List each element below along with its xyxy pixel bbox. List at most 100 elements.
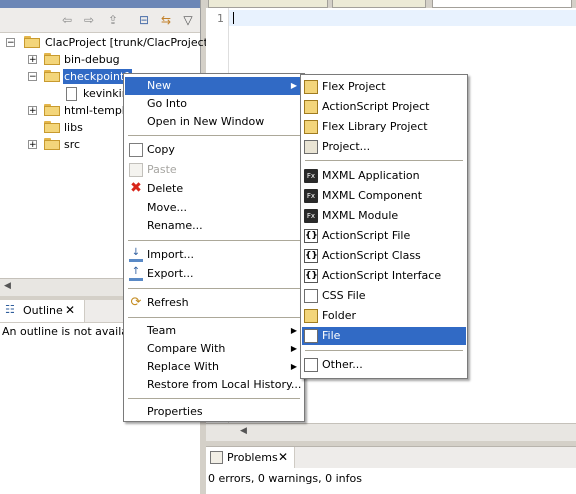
menu-label: New (147, 79, 171, 92)
menu-item-rename[interactable]: Rename... (125, 217, 303, 235)
project-icon (24, 36, 40, 48)
actionscript-file-icon: {} (304, 229, 318, 243)
submenu-item-actionscript-interface[interactable]: {} ActionScript Interface (302, 267, 466, 285)
problems-body: 0 errors, 0 warnings, 0 infos (206, 468, 576, 494)
outline-icon: ☷ (5, 303, 15, 316)
problems-icon (210, 451, 223, 464)
editor-tab-bar (206, 0, 576, 8)
menu-item-restore-history[interactable]: Restore from Local History... (125, 376, 303, 394)
menu-item-new[interactable]: New ▶ (125, 77, 303, 95)
refresh-icon: ⟳ (130, 295, 142, 310)
menu-label: Go Into (147, 97, 188, 110)
file-icon (304, 329, 318, 343)
menu-separator (128, 135, 300, 136)
mxml-module-icon: Fx (304, 209, 318, 223)
copy-icon (129, 143, 143, 157)
menu-item-compare-with[interactable]: Compare With ▶ (125, 340, 303, 358)
menu-item-copy[interactable]: Copy (125, 141, 303, 159)
menu-item-import[interactable]: ↓ Import... (125, 246, 303, 264)
editor-horizontal-scrollbar[interactable]: ◀ (206, 423, 576, 441)
submenu-item-project[interactable]: Project... (302, 138, 466, 156)
menu-label: Paste (147, 163, 177, 176)
menu-item-go-into[interactable]: Go Into (125, 95, 303, 113)
tree-label: src (64, 138, 81, 151)
menu-label: MXML Component (322, 189, 423, 202)
editor-tab[interactable] (332, 0, 426, 8)
collapse-icon[interactable]: − (28, 72, 37, 82)
scroll-left-icon[interactable]: ◀ (240, 426, 247, 436)
menu-label: Team (147, 324, 177, 337)
menu-label: MXML Module (322, 209, 399, 222)
close-icon[interactable]: ✕ (65, 303, 75, 317)
actionscript-class-icon: {} (304, 249, 318, 263)
folder-icon (44, 53, 60, 65)
menu-label: ActionScript Class (322, 249, 421, 262)
import-icon: ↓ (129, 248, 143, 262)
submenu-item-file[interactable]: File (302, 327, 466, 345)
flex-project-icon (304, 80, 318, 94)
tab-outline[interactable]: ☷ Outline ✕ (0, 300, 85, 322)
up-icon[interactable]: ⇪ (106, 13, 120, 27)
submenu-item-flex-project[interactable]: Flex Project (302, 78, 466, 96)
menu-item-team[interactable]: Team ▶ (125, 322, 303, 340)
menu-item-replace-with[interactable]: Replace With ▶ (125, 358, 303, 376)
submenu-item-mxml-module[interactable]: Fx MXML Module (302, 207, 466, 225)
tab-problems[interactable]: Problems ✕ (206, 447, 295, 469)
menu-item-open-new-window[interactable]: Open in New Window (125, 113, 303, 131)
submenu-item-css-file[interactable]: CSS File (302, 287, 466, 305)
navigator-toolbar: ⇦ ⇨ ⇪ ⊟ ⇆ ▽ (0, 8, 200, 33)
menu-item-delete[interactable]: ✖ Delete (125, 180, 303, 198)
forward-icon[interactable]: ⇨ (82, 13, 96, 27)
submenu-item-folder[interactable]: Folder (302, 307, 466, 325)
mxml-application-icon: Fx (304, 169, 318, 183)
menu-label: Properties (147, 405, 203, 418)
project-icon (304, 140, 318, 154)
close-icon[interactable]: ✕ (278, 450, 288, 464)
menu-label: Delete (147, 182, 184, 195)
link-with-editor-icon[interactable]: ⇆ (159, 13, 173, 27)
outline-tab-label: Outline (23, 304, 63, 317)
navigator-title-bar (0, 0, 200, 8)
folder-icon (44, 138, 60, 150)
editor-tab[interactable] (208, 0, 328, 8)
paste-icon (129, 163, 143, 177)
css-file-icon (304, 289, 318, 303)
submenu-item-mxml-application[interactable]: Fx MXML Application (302, 167, 466, 185)
delete-icon: ✖ (130, 180, 142, 196)
menu-separator (128, 288, 300, 289)
menu-label: Replace With (147, 360, 219, 373)
folder-icon (44, 121, 60, 133)
menu-label: Import... (147, 248, 194, 261)
scroll-left-icon[interactable]: ◀ (4, 281, 11, 291)
submenu-item-actionscript-file[interactable]: {} ActionScript File (302, 227, 466, 245)
submenu-item-other[interactable]: Other... (302, 356, 466, 374)
view-menu-icon[interactable]: ▽ (181, 13, 195, 27)
collapse-icon[interactable]: − (6, 38, 15, 48)
expand-icon[interactable]: + (28, 106, 37, 116)
line-number: 1 (217, 12, 224, 25)
submenu-arrow-icon: ▶ (290, 326, 297, 335)
folder-icon (304, 309, 318, 323)
submenu-item-actionscript-class[interactable]: {} ActionScript Class (302, 247, 466, 265)
menu-label: Refresh (147, 296, 189, 309)
submenu-item-flex-library-project[interactable]: Flex Library Project (302, 118, 466, 136)
submenu-item-mxml-component[interactable]: Fx MXML Component (302, 187, 466, 205)
editor-tab-active[interactable] (432, 0, 572, 8)
submenu-item-actionscript-project[interactable]: ActionScript Project (302, 98, 466, 116)
context-menu: New ▶ Go Into Open in New Window Copy Pa… (123, 73, 305, 422)
menu-label: Open in New Window (147, 115, 265, 128)
menu-label: Project... (322, 140, 371, 153)
back-icon[interactable]: ⇦ (60, 13, 74, 27)
menu-item-refresh[interactable]: ⟳ Refresh (125, 294, 303, 312)
menu-item-move[interactable]: Move... (125, 199, 303, 217)
actionscript-project-icon (304, 100, 318, 114)
expand-icon[interactable]: + (28, 140, 37, 150)
expand-icon[interactable]: + (28, 55, 37, 65)
problems-summary: 0 errors, 0 warnings, 0 infos (208, 472, 362, 485)
menu-item-paste[interactable]: Paste (125, 161, 303, 179)
menu-item-export[interactable]: ↑ Export... (125, 265, 303, 283)
collapse-all-icon[interactable]: ⊟ (137, 13, 151, 27)
menu-label: Flex Library Project (322, 120, 428, 133)
tree-label: libs (64, 121, 83, 134)
menu-item-properties[interactable]: Properties (125, 403, 303, 421)
